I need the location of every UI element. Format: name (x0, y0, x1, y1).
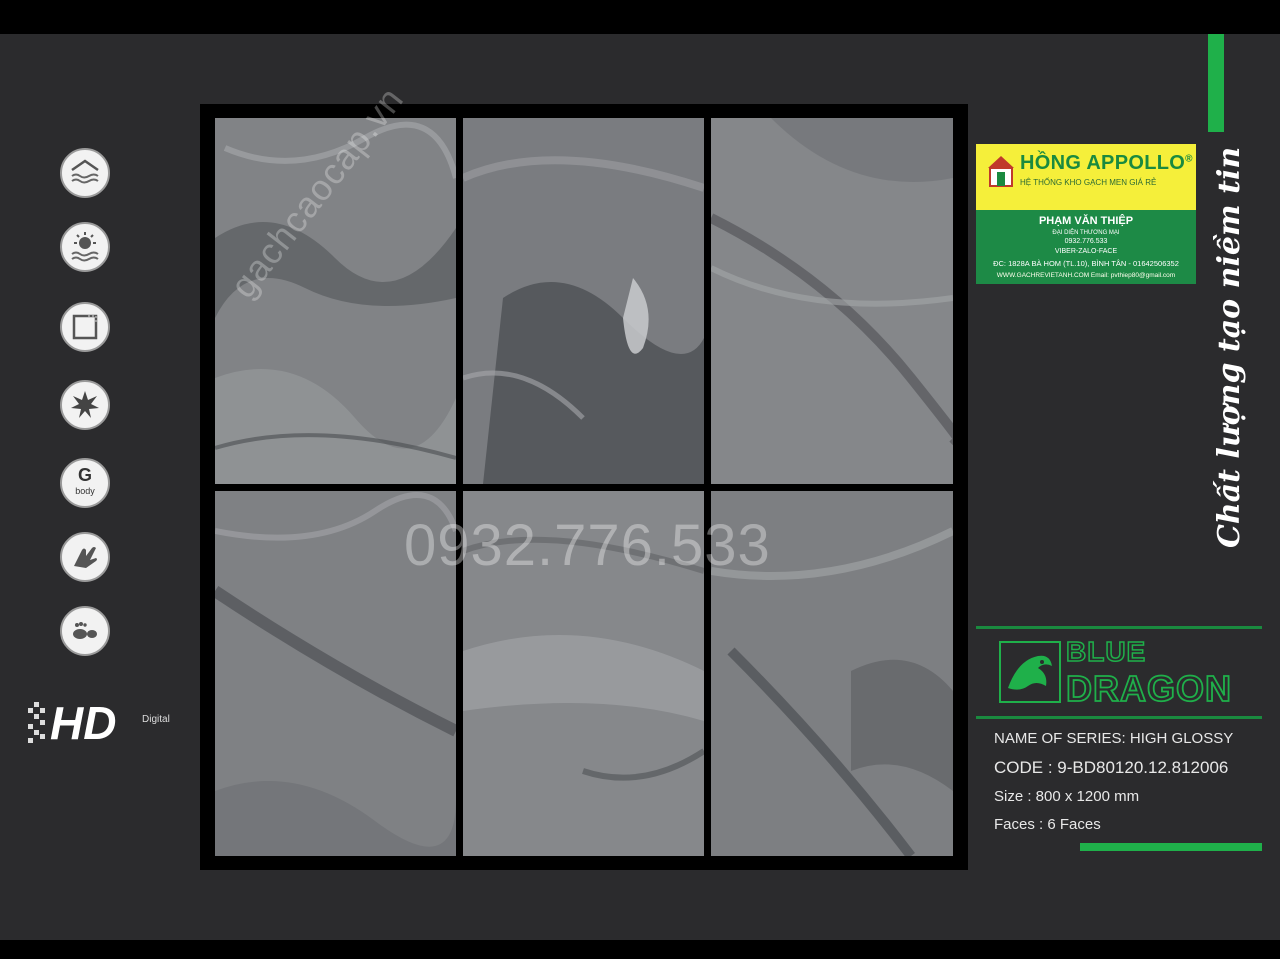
hd-logo-sub: Digital (142, 714, 170, 725)
slogan: Chất lượng tạo niềm tin (1212, 146, 1247, 548)
card-social: VIBER-ZALO-FACE (1054, 248, 1118, 255)
g-body-icon: Gbody (60, 458, 110, 508)
house-logo-icon (986, 154, 1016, 188)
brand-divider-bottom (976, 716, 1262, 719)
green-accent-bar-bottom (1080, 843, 1262, 851)
hd-logo-text: HD (50, 697, 117, 749)
card-header: HỒNG APPOLLO® HỆ THỐNG KHO GẠCH MEN GIÁ … (976, 144, 1196, 210)
foot-icon (60, 606, 110, 656)
card-brand-name: HỒNG APPOLLO® (1020, 152, 1193, 174)
star-burst-icon (60, 380, 110, 430)
product-size: Size : 800 x 1200 mm (994, 788, 1140, 805)
series-name: NAME OF SERIES: HIGH GLOSSY (994, 730, 1234, 747)
roof-wave-icon (60, 148, 110, 198)
dragon-icon (998, 640, 1062, 704)
sun-icon (60, 222, 110, 272)
tile-2 (463, 118, 704, 484)
hand-icon (60, 532, 110, 582)
card-web: WWW.GACHREVIETANH.COM Email: pvthiep80@g… (996, 272, 1176, 279)
card-tagline: HỆ THỐNG KHO GẠCH MEN GIÁ RẺ (1020, 178, 1157, 187)
card-person-name: PHẠM VĂN THIỆP (1038, 215, 1134, 227)
square-edge-icon (60, 302, 110, 352)
brand-logo: BLUE DRAGON (976, 626, 1262, 720)
green-accent-bar-top (1208, 34, 1224, 132)
brand-name-blue: BLUE (1065, 635, 1147, 668)
card-phone: 0932.776.533 (1064, 238, 1108, 245)
product-faces: Faces : 6 Faces (994, 816, 1101, 833)
tile-3 (711, 118, 953, 484)
card-role: ĐẠI DIỆN THƯƠNG MẠI (1052, 230, 1120, 236)
hd-digital-logo: HD Digital (26, 694, 170, 754)
watermark-phone: 0932.776.533 (404, 513, 771, 578)
business-card: HỒNG APPOLLO® HỆ THỐNG KHO GẠCH MEN GIÁ … (976, 144, 1196, 284)
brand-divider-top (976, 626, 1262, 629)
brand-name-dragon: DRAGON (1065, 667, 1232, 710)
product-code: CODE : 9-BD80120.12.812006 (994, 758, 1229, 777)
card-address: ĐC: 1828A BÀ HOM (TL.10), BÌNH TÂN - 016… (993, 259, 1179, 268)
